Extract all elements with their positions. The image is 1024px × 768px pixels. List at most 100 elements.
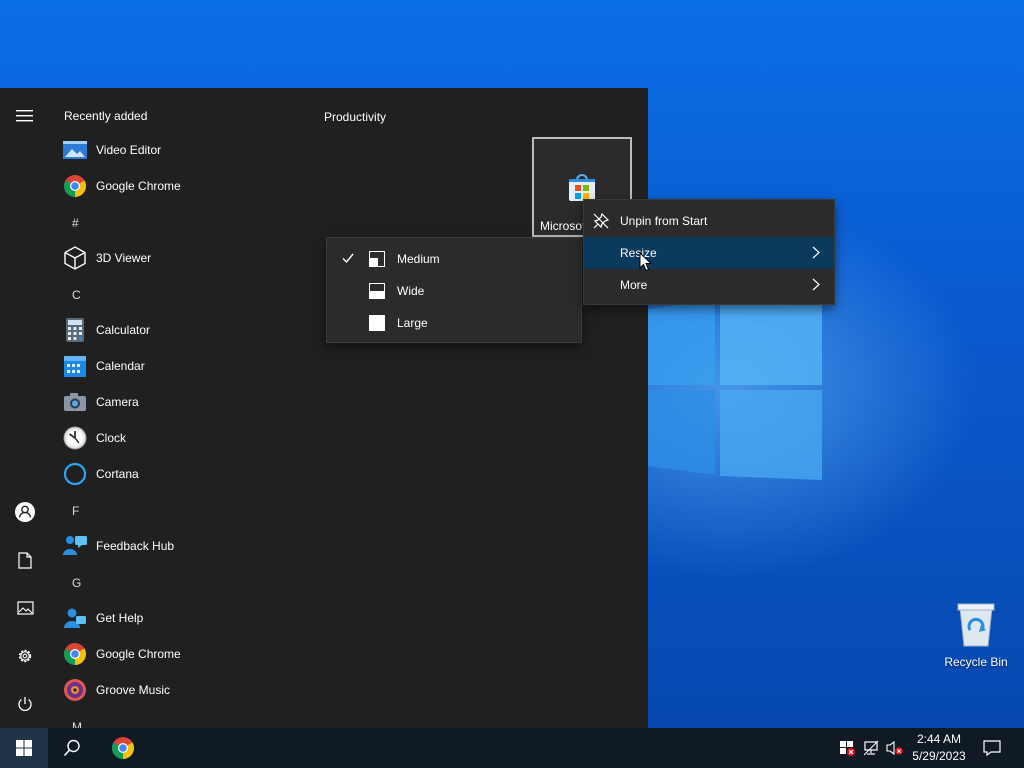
chrome-icon [112, 737, 134, 759]
recycle-bin-label: Recycle Bin [944, 655, 1008, 669]
large-size-icon [369, 315, 385, 331]
document-icon [18, 551, 32, 569]
notification-icon [983, 740, 1001, 756]
user-icon [15, 502, 35, 522]
volume-muted-icon [886, 740, 903, 756]
app-label: Camera [96, 395, 139, 409]
resize-submenu: Medium Wide Large [326, 237, 582, 343]
power-button[interactable] [12, 691, 38, 717]
app-item-get-help[interactable]: Get Help [48, 600, 298, 636]
start-left-rail [0, 88, 48, 728]
clock-icon [63, 426, 87, 450]
checkmark-icon [342, 253, 354, 264]
video-editor-icon [63, 141, 87, 159]
settings-button[interactable] [12, 643, 38, 669]
recycle-bin-icon [957, 603, 995, 647]
app-label: Google Chrome [96, 179, 181, 193]
search-icon [63, 739, 80, 757]
taskbar: 2:44 AM 5/29/2023 [0, 728, 1024, 768]
app-label: Groove Music [96, 683, 171, 697]
resize-option-large[interactable]: Large [327, 307, 581, 339]
app-item-google-chrome[interactable]: Google Chrome [48, 168, 298, 204]
network-icon [863, 740, 879, 756]
app-list: Recently added Video Editor Google Chrom… [48, 88, 298, 728]
clock-time: 2:44 AM [916, 732, 962, 746]
start-button[interactable] [0, 728, 48, 768]
app-label: Clock [96, 431, 127, 445]
get-help-icon [64, 608, 86, 628]
app-item-calculator[interactable]: Calculator [48, 312, 298, 348]
letter-header-hash[interactable]: # [72, 216, 79, 230]
resize-option-medium[interactable]: Medium [327, 243, 581, 275]
cortana-icon [63, 462, 87, 486]
documents-button[interactable] [12, 547, 38, 573]
windows-logo-icon [16, 740, 32, 756]
chrome-icon [64, 175, 86, 197]
app-item-3d-viewer[interactable]: 3D Viewer [48, 240, 298, 276]
app-label: 3D Viewer [96, 251, 152, 265]
pictures-icon [16, 601, 34, 615]
groove-music-icon [64, 679, 86, 701]
letter-header-f[interactable]: F [72, 504, 79, 518]
volume-tray-button[interactable] [884, 728, 906, 768]
user-account-button[interactable] [12, 499, 38, 525]
start-menu: Recently added Video Editor Google Chrom… [0, 88, 648, 728]
app-item-camera[interactable]: Camera [48, 384, 298, 420]
chevron-right-icon [812, 278, 820, 291]
unpin-icon [593, 212, 610, 229]
power-icon [18, 697, 32, 711]
app-item-feedback-hub[interactable]: Feedback Hub [48, 528, 298, 564]
taskbar-chrome-button[interactable] [99, 728, 147, 768]
notifications-button[interactable] [976, 728, 1008, 768]
app-item-cortana[interactable]: Cortana [48, 456, 298, 492]
menu-item-more[interactable]: More [584, 269, 834, 301]
app-item-video-editor[interactable]: Video Editor [48, 132, 298, 168]
expand-menu-button[interactable] [12, 103, 38, 129]
mouse-cursor-icon [639, 252, 653, 272]
app-label: Calendar [96, 359, 145, 373]
app-label: Google Chrome [96, 647, 181, 661]
calendar-icon [64, 356, 86, 377]
letter-header-c[interactable]: C [72, 288, 81, 302]
security-tray-button[interactable] [836, 728, 858, 768]
3d-viewer-icon [64, 246, 86, 270]
gear-icon [18, 649, 32, 663]
app-label: Cortana [96, 467, 139, 481]
app-label: Video Editor [96, 143, 162, 157]
wide-size-icon [369, 283, 385, 299]
clock-date: 5/29/2023 [912, 749, 966, 763]
windows-wallpaper-logo [640, 290, 822, 480]
calculator-icon [66, 318, 84, 342]
chrome-icon [64, 643, 86, 665]
app-item-groove-music[interactable]: Groove Music [48, 672, 298, 708]
menu-item-label: Medium [397, 252, 440, 266]
recently-added-heading: Recently added [64, 109, 148, 123]
app-label: Feedback Hub [96, 539, 175, 553]
recycle-bin[interactable]: Recycle Bin [940, 600, 1012, 669]
camera-icon [64, 393, 86, 411]
tile-group-title[interactable]: Productivity [324, 110, 386, 124]
windows-security-icon [840, 741, 855, 756]
letter-header-g[interactable]: G [72, 576, 81, 590]
search-button[interactable] [48, 728, 96, 768]
menu-item-label: Large [397, 316, 428, 330]
clock[interactable]: 2:44 AM 5/29/2023 [904, 731, 974, 765]
app-label: Get Help [96, 611, 144, 625]
resize-option-wide[interactable]: Wide [327, 275, 581, 307]
menu-item-label: More [620, 278, 648, 292]
app-item-google-chrome-2[interactable]: Google Chrome [48, 636, 298, 672]
medium-size-icon [369, 251, 385, 267]
pictures-button[interactable] [12, 595, 38, 621]
app-item-clock[interactable]: Clock [48, 420, 298, 456]
letter-header-m[interactable]: M [72, 720, 82, 728]
tile-context-menu: Unpin from Start Resize More [583, 199, 835, 305]
menu-item-resize[interactable]: Resize [584, 237, 834, 269]
app-label: Calculator [96, 323, 151, 337]
menu-item-unpin-from-start[interactable]: Unpin from Start [584, 205, 834, 237]
hamburger-icon [16, 110, 33, 122]
menu-item-label: Unpin from Start [620, 214, 708, 228]
app-item-calendar[interactable]: Calendar [48, 348, 298, 384]
menu-item-label: Wide [397, 284, 425, 298]
chevron-right-icon [812, 246, 820, 259]
network-tray-button[interactable] [860, 728, 882, 768]
